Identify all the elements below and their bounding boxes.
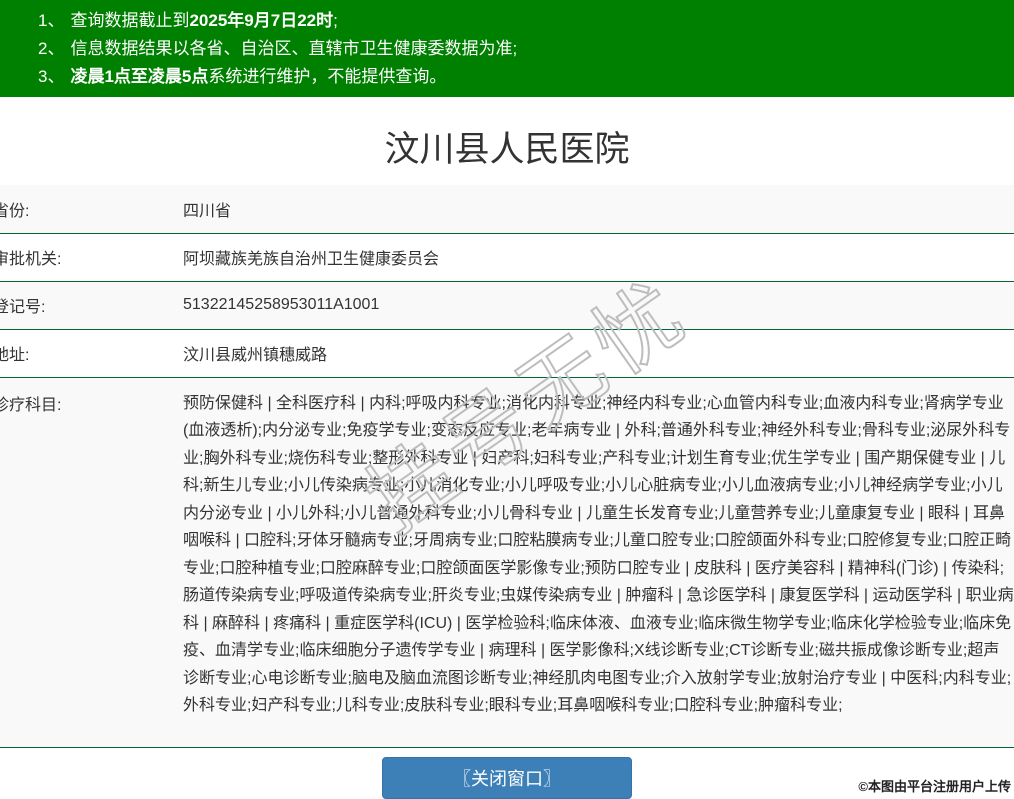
field-label-departments: 诊疗科目:	[0, 377, 180, 747]
field-value-departments: 预防保健科 | 全科医疗科 | 内科;呼吸内科专业;消化内科专业;神经内科专业;…	[180, 377, 1014, 747]
table-row-address: 地址: 汶川县威州镇穗威路	[0, 329, 1014, 377]
notice-number: 3、	[38, 67, 64, 86]
field-value-province: 四川省	[180, 185, 1014, 233]
table-row-departments: 诊疗科目: 预防保健科 | 全科医疗科 | 内科;呼吸内科专业;消化内科专业;神…	[0, 377, 1014, 747]
notice-item-3: 3、凌晨1点至凌晨5点系统进行维护，不能提供查询。	[0, 63, 1014, 91]
field-value-address: 汶川县威州镇穗威路	[180, 329, 1014, 377]
hospital-info-table: 省份: 四川省 审批机关: 阿坝藏族羌族自治州卫生健康委员会 登记号: 5132…	[0, 185, 1014, 748]
notice-banner: 1、查询数据截止到2025年9月7日22时; 2、信息数据结果以各省、自治区、直…	[0, 0, 1014, 97]
field-label-registration-number: 登记号:	[0, 281, 180, 329]
close-window-button[interactable]: 〖关闭窗口〗	[382, 757, 632, 799]
table-row-province: 省份: 四川省	[0, 185, 1014, 233]
notice-item-1: 1、查询数据截止到2025年9月7日22时;	[0, 7, 1014, 35]
hospital-detail-page: 1、查询数据截止到2025年9月7日22时; 2、信息数据结果以各省、自治区、直…	[0, 0, 1014, 799]
notice-number: 1、	[38, 11, 64, 30]
table-row-registration-number: 登记号: 51322145258953011A1001	[0, 281, 1014, 329]
notice-item-2: 2、信息数据结果以各省、自治区、直辖市卫生健康委数据为准;	[0, 35, 1014, 63]
page-title: 汶川县人民医院	[0, 97, 1014, 185]
notice-text-bold: 2025年9月7日22时	[189, 11, 333, 30]
notice-text: 信息数据结果以各省、自治区、直辖市卫生健康委数据为准;	[70, 39, 517, 58]
field-label-approval-authority: 审批机关:	[0, 233, 180, 281]
notice-text: 查询数据截止到	[70, 11, 189, 30]
departments-text: 预防保健科 | 全科医疗科 | 内科;呼吸内科专业;消化内科专业;神经内科专业;…	[183, 378, 1014, 720]
notice-text-bold: 凌晨1点至凌晨5点	[70, 67, 208, 86]
field-value-registration-number: 51322145258953011A1001	[180, 281, 1014, 329]
field-label-address: 地址:	[0, 329, 180, 377]
field-value-approval-authority: 阿坝藏族羌族自治州卫生健康委员会	[180, 233, 1014, 281]
notice-text: 系统进行维护，不能提供查询。	[208, 67, 446, 86]
table-row-approval-authority: 审批机关: 阿坝藏族羌族自治州卫生健康委员会	[0, 233, 1014, 281]
copyright-attribution: ©本图由平台注册用户上传	[858, 776, 1011, 795]
field-label-province: 省份:	[0, 185, 180, 233]
notice-number: 2、	[38, 39, 64, 58]
notice-text: ;	[333, 11, 338, 30]
